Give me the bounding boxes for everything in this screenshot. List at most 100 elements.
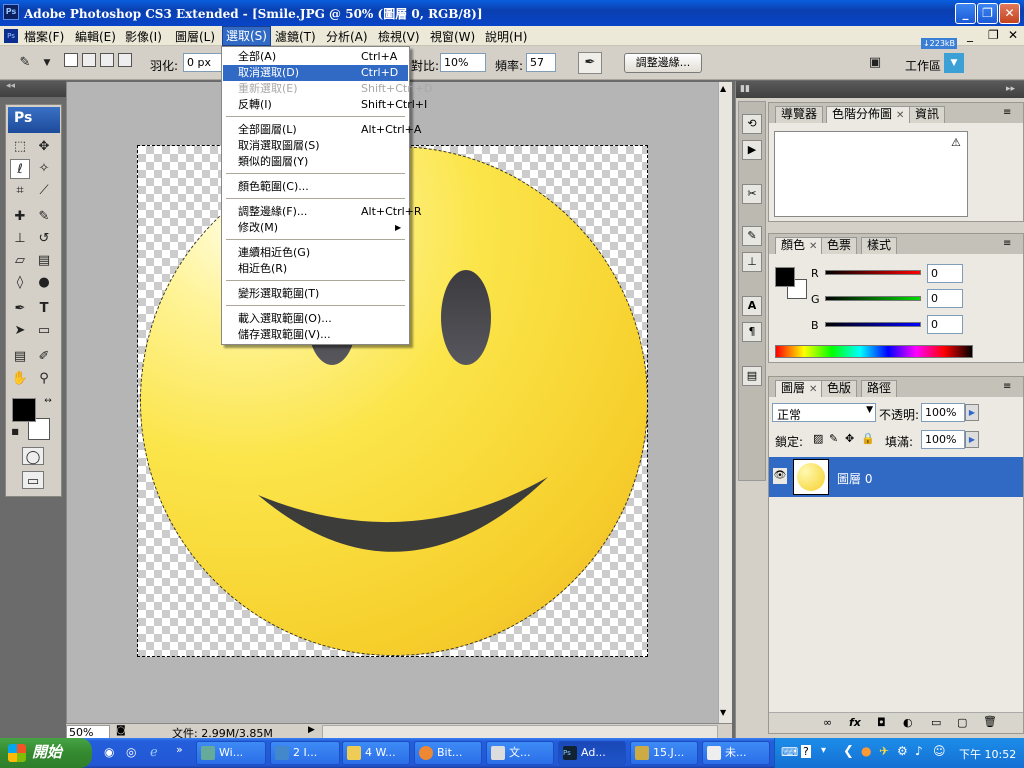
foreground-color-swatch[interactable]: [12, 398, 36, 422]
blend-mode-select[interactable]: 正常 ▼: [772, 403, 876, 422]
crop-tool-icon[interactable]: ⌗: [10, 181, 30, 201]
menu-view[interactable]: 檢視(V): [378, 28, 420, 45]
workspace-dropdown-icon[interactable]: ▼: [944, 53, 964, 73]
brush-tool-icon[interactable]: ✎: [34, 207, 54, 227]
slice-tool-icon[interactable]: ⟋: [34, 181, 54, 201]
menu-item-refine-edge[interactable]: 調整邊緣(F)... Alt+Ctrl+R: [223, 204, 422, 220]
menu-item-modify[interactable]: 修改(M) ▶: [223, 220, 408, 236]
add-selection-icon[interactable]: [82, 53, 96, 67]
feather-input[interactable]: 0 px: [183, 53, 223, 72]
subtract-selection-icon[interactable]: [100, 53, 114, 67]
lasso-preset-icon[interactable]: ✎: [15, 53, 35, 73]
menu-file[interactable]: 檔案(F): [24, 28, 64, 45]
toolbox-header[interactable]: ◂◂: [0, 81, 66, 97]
tab-layers[interactable]: 圖層 ✕: [775, 380, 824, 397]
taskbar-item-image[interactable]: 15.J...: [630, 741, 698, 765]
taskbar-item-untitled[interactable]: 未...: [702, 741, 770, 765]
blur-tool-icon[interactable]: ◊: [10, 273, 30, 293]
default-colors-icon[interactable]: ■: [10, 427, 20, 437]
menu-item-save-selection[interactable]: 儲存選取範圍(V)...: [223, 327, 408, 343]
layer-comps-panel-icon[interactable]: ▤: [742, 366, 762, 386]
pen-pressure-icon[interactable]: ✒: [578, 52, 602, 74]
type-tool-icon[interactable]: T: [34, 299, 54, 319]
quicklaunch-ie-icon[interactable]: ℯ: [150, 745, 158, 760]
menu-filter[interactable]: 濾鏡(T): [275, 28, 316, 45]
tab-histogram[interactable]: 色階分佈圖 ✕: [826, 106, 911, 123]
tab-info[interactable]: 資訊: [909, 106, 946, 123]
start-button[interactable]: 開始: [0, 738, 92, 768]
eyedropper-tool-icon[interactable]: ✐: [34, 347, 54, 367]
taskbar-item-windows[interactable]: Wi...: [196, 741, 266, 765]
delete-layer-icon[interactable]: 🗑: [983, 715, 997, 728]
panel-menu-icon[interactable]: ≡: [1003, 381, 1011, 392]
close-button[interactable]: ✕: [999, 3, 1020, 24]
menu-layer[interactable]: 圖層(L): [175, 28, 215, 45]
menu-item-all-layers[interactable]: 全部圖層(L) Alt+Ctrl+A: [223, 122, 421, 138]
photoshop-app-icon[interactable]: Ps: [3, 4, 19, 20]
toolbox-ps-logo[interactable]: Ps: [8, 107, 60, 133]
swap-colors-icon[interactable]: ↔: [42, 395, 54, 407]
tray-expand-icon[interactable]: ▾: [821, 745, 826, 756]
color-panel-foreground-swatch[interactable]: [775, 267, 795, 287]
history-brush-tool-icon[interactable]: ↺: [34, 229, 54, 249]
warning-icon[interactable]: ⚠: [951, 136, 961, 149]
adjustment-layer-icon[interactable]: ◐: [903, 716, 913, 729]
actions-panel-icon[interactable]: ▶: [742, 140, 762, 160]
green-slider[interactable]: [825, 296, 921, 301]
menu-help[interactable]: 說明(H): [485, 28, 527, 45]
opacity-input[interactable]: 100%: [921, 403, 965, 422]
menu-item-color-range[interactable]: 顏色範圍(C)...: [223, 179, 408, 195]
clock[interactable]: 下午 10:52: [959, 746, 1016, 762]
help-icon[interactable]: ?: [801, 745, 811, 758]
menu-item-reselect[interactable]: 重新選取(E) Shift+Ctrl+D: [223, 81, 432, 97]
tab-swatches[interactable]: 色票: [821, 237, 858, 254]
hand-tool-icon[interactable]: ✋: [10, 369, 30, 389]
taskbar-item-explorer[interactable]: 4 W...: [342, 741, 410, 765]
tray-app-icon[interactable]: ●: [861, 744, 871, 758]
move-tool-icon[interactable]: ✥: [34, 137, 54, 157]
menu-item-inverse[interactable]: 反轉(I) Shift+Ctrl+I: [223, 97, 427, 113]
menu-select[interactable]: 選取(S): [222, 26, 271, 46]
blue-slider[interactable]: [825, 322, 921, 327]
color-spectrum-bar[interactable]: [775, 345, 973, 358]
taskbar-item-photoshop[interactable]: Ps Ad...: [558, 741, 626, 765]
menu-item-similar[interactable]: 相近色(R): [223, 261, 408, 277]
preset-dropdown-icon[interactable]: ▼: [37, 53, 57, 73]
menu-analysis[interactable]: 分析(A): [326, 28, 368, 45]
tray-volume-icon[interactable]: ♪: [915, 744, 923, 758]
fill-input[interactable]: 100%: [921, 430, 965, 449]
taskbar-item-bittorrent[interactable]: Bit...: [414, 741, 482, 765]
tab-styles[interactable]: 樣式: [861, 237, 898, 254]
maximize-button[interactable]: ❐: [977, 3, 998, 24]
minimize-button[interactable]: _: [955, 3, 976, 24]
lock-transparency-icon[interactable]: ▨: [813, 432, 823, 445]
paragraph-panel-icon[interactable]: ¶: [742, 322, 762, 342]
scroll-down-icon[interactable]: ▼: [720, 708, 726, 717]
tab-paths[interactable]: 路徑: [861, 380, 898, 397]
tray-security-icon[interactable]: ⚙: [897, 744, 908, 758]
panel-menu-icon[interactable]: ≡: [1003, 107, 1011, 118]
quicklaunch-more-icon[interactable]: »: [176, 743, 183, 756]
magic-wand-tool-icon[interactable]: ✧: [34, 159, 54, 179]
vertical-scrollbar[interactable]: ▲ ▼: [718, 82, 732, 723]
clone-stamp-tool-icon[interactable]: ⊥: [10, 229, 30, 249]
clone-source-panel-icon[interactable]: ⊥: [742, 252, 762, 272]
menu-item-transform-selection[interactable]: 變形選取範圍(T): [223, 286, 408, 302]
blue-value-input[interactable]: 0: [927, 315, 963, 334]
gradient-tool-icon[interactable]: ▤: [34, 251, 54, 271]
menu-item-grow[interactable]: 連續相近色(G): [223, 245, 408, 261]
character-panel-icon[interactable]: A: [742, 296, 762, 316]
menu-item-deselect[interactable]: 取消選取(D) Ctrl+D: [223, 65, 408, 81]
history-panel-icon[interactable]: ⟲: [742, 114, 762, 134]
refine-edge-button[interactable]: 調整邊緣...: [624, 53, 702, 73]
document-icon[interactable]: Ps: [4, 29, 18, 43]
doc-minimize-button[interactable]: _: [967, 28, 973, 42]
lock-pixels-icon[interactable]: ✎: [829, 432, 838, 445]
taskbar-item-document[interactable]: 文...: [486, 741, 554, 765]
quicklaunch-app-icon[interactable]: ◎: [126, 745, 136, 759]
menu-item-select-all[interactable]: 全部(A) Ctrl+A: [223, 49, 408, 65]
scroll-up-icon[interactable]: ▲: [720, 84, 726, 93]
layer-visibility-eye-icon[interactable]: 👁: [773, 468, 787, 484]
panel-dock-header[interactable]: ▮▮ ▸▸: [736, 81, 1024, 98]
shape-tool-icon[interactable]: ▭: [34, 321, 54, 341]
